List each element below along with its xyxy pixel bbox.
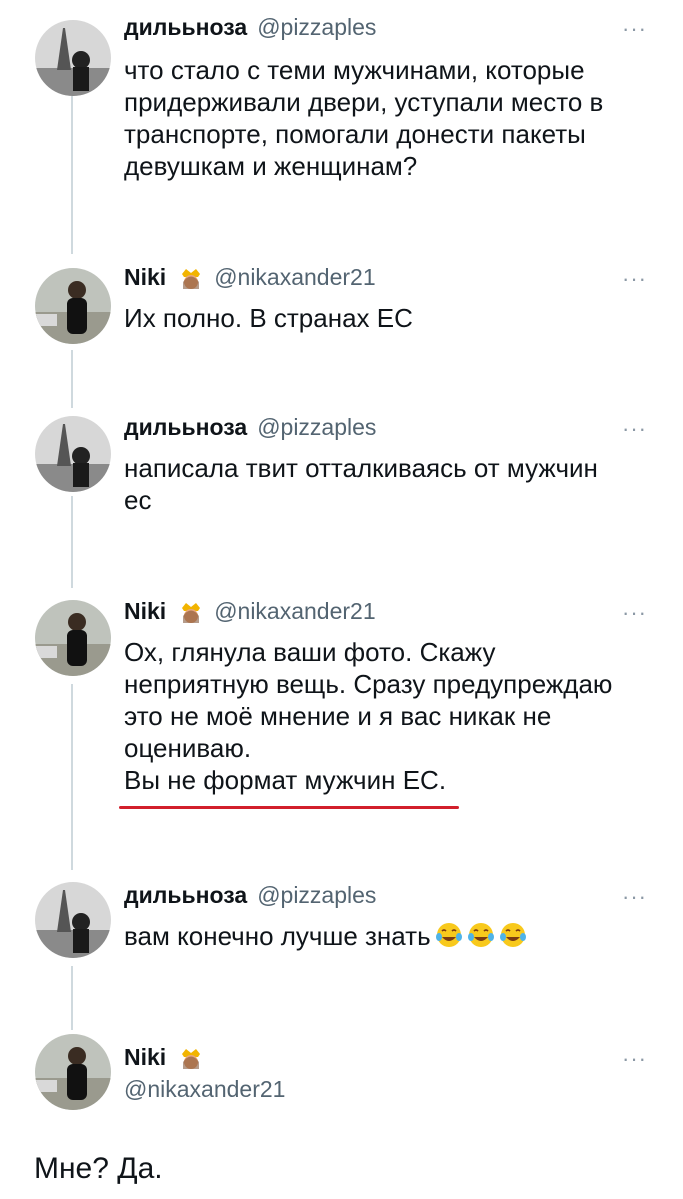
author-name[interactable]: Niki bbox=[124, 598, 166, 625]
tweet-line: транспорте, помогали донести пакеты bbox=[124, 119, 586, 149]
more-options-icon[interactable]: ··· bbox=[622, 1048, 647, 1070]
tweet-line: оцениваю. bbox=[124, 733, 252, 763]
tweet-line: Их полно. В странах ЕС bbox=[124, 303, 413, 333]
more-options-icon[interactable]: ··· bbox=[622, 18, 647, 40]
tweet-header: дилььноза @pizzaples bbox=[124, 882, 376, 909]
focused-tweet-text: Мне? Да. bbox=[34, 1152, 163, 1185]
more-options-icon[interactable]: ··· bbox=[622, 602, 647, 624]
tweet-header: дилььноза @pizzaples bbox=[124, 14, 376, 41]
author-name[interactable]: Niki bbox=[124, 264, 166, 291]
avatar[interactable] bbox=[35, 1034, 111, 1110]
tweet-text: Их полно. В странах ЕС bbox=[124, 302, 644, 334]
princess-emoji-icon bbox=[182, 602, 201, 623]
avatar[interactable] bbox=[35, 600, 111, 676]
more-options-icon[interactable]: ··· bbox=[622, 268, 647, 290]
tears-of-joy-emoji-icon bbox=[499, 923, 526, 947]
tweet-line: написала твит отталкиваясь от мужчин bbox=[124, 453, 598, 483]
tweet-line: Вы не формат мужчин ЕС. bbox=[124, 765, 447, 795]
avatar[interactable] bbox=[35, 20, 111, 96]
author-name[interactable]: дилььноза bbox=[124, 414, 247, 441]
thread-line bbox=[71, 350, 73, 408]
avatar[interactable] bbox=[35, 416, 111, 492]
tweet-line: Ох, глянула ваши фото. Скажу bbox=[124, 637, 496, 667]
author-handle[interactable]: @pizzaples bbox=[257, 882, 376, 909]
thread-line bbox=[71, 496, 73, 588]
author-handle[interactable]: @pizzaples bbox=[257, 414, 376, 441]
author-handle[interactable]: @nikaxander21 bbox=[214, 264, 375, 291]
tears-of-joy-emoji-icon bbox=[467, 923, 494, 947]
thread-line bbox=[71, 966, 73, 1030]
author-name[interactable]: дилььноза bbox=[124, 882, 247, 909]
avatar[interactable] bbox=[35, 882, 111, 958]
author-handle[interactable]: @nikaxander21 bbox=[214, 598, 375, 625]
tweet-line: придерживали двери, уступали место в bbox=[124, 87, 604, 117]
author-name[interactable]: Niki bbox=[124, 1044, 166, 1071]
tweet-text: Ох, глянула ваши фото. Скажу неприятную … bbox=[124, 636, 644, 796]
princess-emoji-icon bbox=[182, 268, 201, 289]
tweet-header: дилььноза @pizzaples bbox=[124, 414, 376, 441]
more-options-icon[interactable]: ··· bbox=[622, 418, 647, 440]
tweet-text: что стало с теми мужчинами, которые прид… bbox=[124, 54, 644, 182]
tweet-line: это не моё мнение и я вас никак не bbox=[124, 701, 552, 731]
thread-line bbox=[71, 96, 73, 254]
tweet-line: что стало с теми мужчинами, которые bbox=[124, 55, 585, 85]
tears-of-joy-emoji-icon bbox=[435, 923, 462, 947]
tweet-header: Niki @nikaxander21 bbox=[124, 598, 376, 625]
tweet-header: Niki @nikaxander21 bbox=[124, 264, 376, 291]
avatar[interactable] bbox=[35, 268, 111, 344]
tweet-line: вам конечно лучше знать bbox=[124, 920, 644, 952]
tweet-line-text: вам конечно лучше знать bbox=[124, 921, 431, 951]
more-options-icon[interactable]: ··· bbox=[622, 886, 647, 908]
tweet-line: ес bbox=[124, 485, 152, 515]
red-underline-annotation bbox=[119, 806, 459, 809]
tweet-handle-row: @nikaxander21 bbox=[124, 1076, 285, 1103]
tweet-header: Niki bbox=[124, 1044, 204, 1071]
tweet-line: неприятную вещь. Сразу предупреждаю bbox=[124, 669, 613, 699]
author-handle[interactable]: @nikaxander21 bbox=[124, 1076, 285, 1103]
author-name[interactable]: дилььноза bbox=[124, 14, 247, 41]
thread-line bbox=[71, 684, 73, 870]
tweet-text: написала твит отталкиваясь от мужчин ес bbox=[124, 452, 644, 516]
author-handle[interactable]: @pizzaples bbox=[257, 14, 376, 41]
princess-emoji-icon bbox=[182, 1048, 201, 1069]
tweet-line: девушкам и женщинам? bbox=[124, 151, 418, 181]
tweet-text: вам конечно лучше знать bbox=[124, 920, 644, 952]
